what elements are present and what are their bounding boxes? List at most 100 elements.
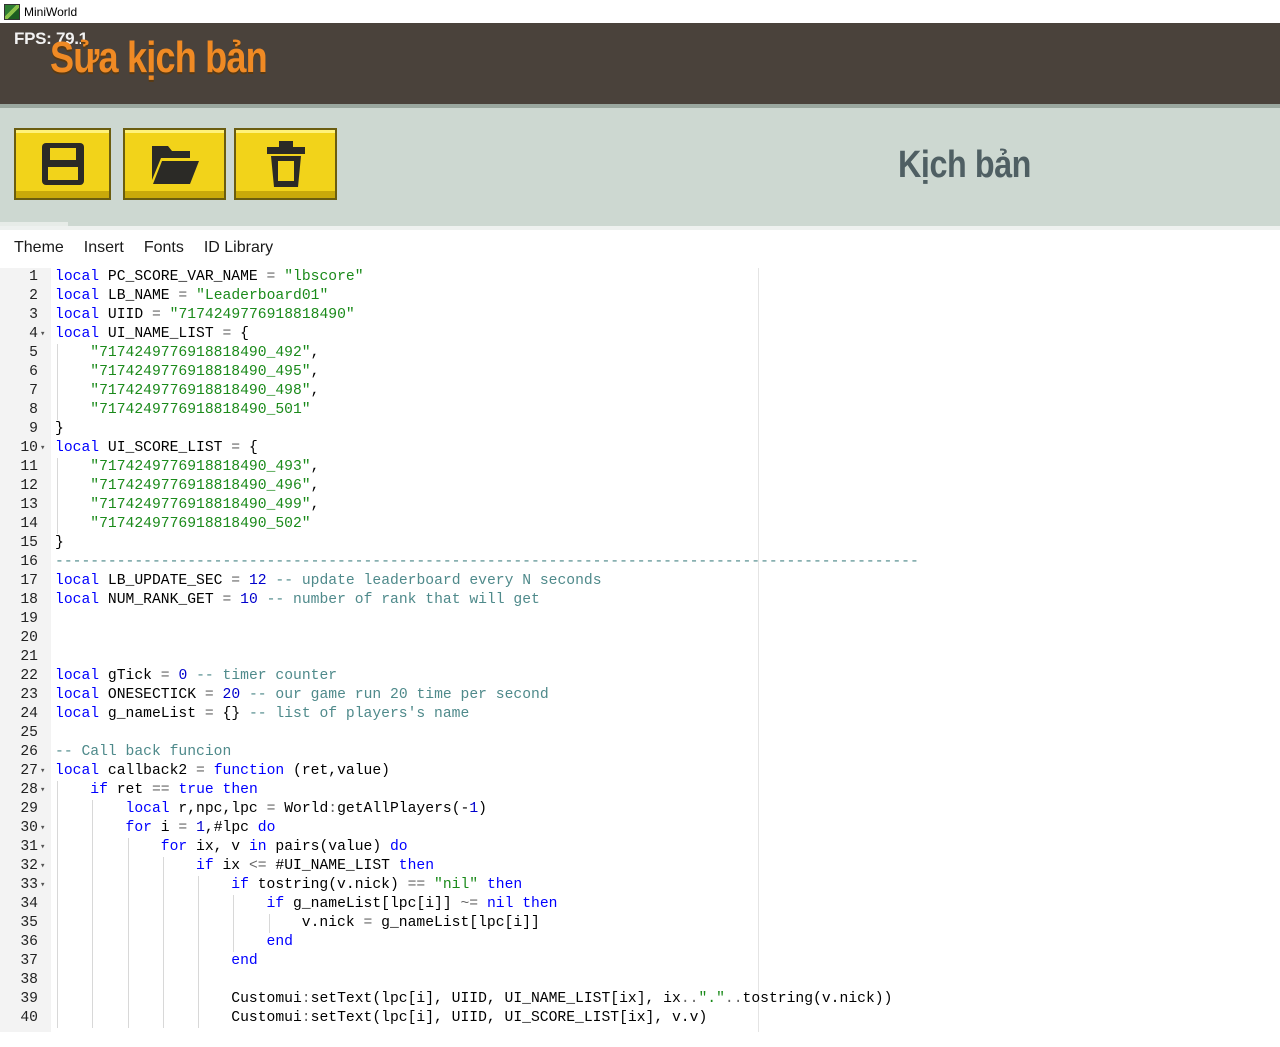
code-line[interactable]: 35 v.nick = g_nameList[lpc[i]]	[0, 914, 1280, 933]
code-line[interactable]: 37 end	[0, 952, 1280, 971]
code-line[interactable]: 31 ▾ for ix, v in pairs(value) do	[0, 838, 1280, 857]
menu-fonts[interactable]: Fonts	[144, 239, 184, 257]
code-text: local UI_NAME_LIST = {	[55, 326, 249, 342]
code-line[interactable]: 29 local r,npc,lpc = World:getAllPlayers…	[0, 800, 1280, 819]
code-line[interactable]: 12 "7174249776918818490_496",	[0, 477, 1280, 496]
code-line[interactable]: 28 ▾ if ret == true then	[0, 781, 1280, 800]
line-number: 20	[20, 630, 38, 646]
save-button[interactable]	[14, 128, 111, 200]
code-line[interactable]: 27 ▾ local callback2 = function (ret,value…	[0, 762, 1280, 781]
line-number: 15	[20, 535, 38, 551]
line-number: 11	[20, 459, 38, 475]
indent-guide	[57, 781, 58, 1028]
line-number: 23	[20, 687, 38, 703]
code-text: local NUM_RANK_GET = 10 -- number of ran…	[55, 592, 540, 608]
code-line[interactable]: 23 local ONESECTICK = 20 -- our game run …	[0, 686, 1280, 705]
line-number: 36	[20, 934, 38, 950]
fold-toggle-icon[interactable]: ▾	[40, 325, 45, 344]
line-number: 39	[20, 991, 38, 1007]
code-text: if ix <= #UI_NAME_LIST then	[196, 858, 435, 874]
code-text: local g_nameList = {} -- list of players…	[55, 706, 470, 722]
line-number: 8	[29, 402, 38, 418]
fold-toggle-icon[interactable]: ▾	[40, 781, 45, 800]
code-line[interactable]: 6 "7174249776918818490_495",	[0, 363, 1280, 382]
line-number: 28	[20, 782, 38, 798]
code-line[interactable]: 13 "7174249776918818490_499",	[0, 496, 1280, 515]
line-number: 37	[20, 953, 38, 969]
code-line[interactable]: 9}	[0, 420, 1280, 439]
line-number: 27	[20, 763, 38, 779]
fold-toggle-icon[interactable]: ▾	[40, 838, 45, 857]
line-number: 6	[29, 364, 38, 380]
code-line[interactable]: 36 end	[0, 933, 1280, 952]
code-line[interactable]: 32 ▾ if ix <= #UI_NAME_LIST then	[0, 857, 1280, 876]
code-line[interactable]: 18 local NUM_RANK_GET = 10 -- number of r…	[0, 591, 1280, 610]
page-title: Sửa kịch bản	[50, 33, 268, 82]
code-line[interactable]: 26 -- Call back funcion	[0, 743, 1280, 762]
code-line[interactable]: 1 local PC_SCORE_VAR_NAME = "lbscore"	[0, 268, 1280, 287]
window-titlebar: MiniWorld	[0, 0, 1280, 23]
fold-toggle-icon[interactable]: ▾	[40, 857, 45, 876]
line-number: 5	[29, 345, 38, 361]
code-text: "7174249776918818490_492",	[90, 345, 320, 361]
line-number: 18	[20, 592, 38, 608]
trash-icon	[266, 141, 305, 187]
code-text: for ix, v in pairs(value) do	[160, 839, 408, 855]
delete-button[interactable]	[234, 128, 337, 200]
code-line[interactable]: 8 "7174249776918818490_501"	[0, 401, 1280, 420]
line-number: 12	[20, 478, 38, 494]
code-editor[interactable]: 1 local PC_SCORE_VAR_NAME = "lbscore" 2 loc…	[0, 268, 1280, 1032]
line-number: 16	[20, 554, 38, 570]
menu-id-library[interactable]: ID Library	[204, 239, 273, 257]
code-line[interactable]: 22 local gTick = 0 -- timer counter	[0, 667, 1280, 686]
fold-toggle-icon[interactable]: ▾	[40, 439, 45, 458]
code-line[interactable]: 16 --------------------------------------…	[0, 553, 1280, 572]
code-line[interactable]: 39 Customui:setText(lpc[i], UIID, UI_NAM…	[0, 990, 1280, 1009]
code-text: local r,npc,lpc = World:getAllPlayers(-1…	[125, 801, 487, 817]
code-text: for i = 1,#lpc do	[125, 820, 276, 836]
code-line[interactable]: 38	[0, 971, 1280, 990]
code-text: local ONESECTICK = 20 -- our game run 20…	[55, 687, 549, 703]
fold-toggle-icon[interactable]: ▾	[40, 876, 45, 895]
line-number: 22	[20, 668, 38, 684]
line-number: 10	[20, 440, 38, 456]
code-line[interactable]: 2 local LB_NAME = "Leaderboard01"	[0, 287, 1280, 306]
code-line[interactable]: 4 ▾ local UI_NAME_LIST = {	[0, 325, 1280, 344]
code-text: }	[55, 535, 64, 551]
code-text: local UI_SCORE_LIST = {	[55, 440, 258, 456]
code-text: "7174249776918818490_499",	[90, 497, 320, 513]
open-folder-button[interactable]	[123, 128, 226, 200]
code-line[interactable]: 21	[0, 648, 1280, 667]
code-text: -- Call back funcion	[55, 744, 232, 760]
fold-toggle-icon[interactable]: ▾	[40, 819, 45, 838]
code-line[interactable]: 15}	[0, 534, 1280, 553]
code-line[interactable]: 34 if g_nameList[lpc[i]] ~= nil then	[0, 895, 1280, 914]
fold-toggle-icon[interactable]: ▾	[40, 762, 45, 781]
code-line[interactable]: 14 "7174249776918818490_502"	[0, 515, 1280, 534]
line-number: 24	[20, 706, 38, 722]
line-number: 19	[20, 611, 38, 627]
code-line[interactable]: 33 ▾ if tostring(v.nick) == "nil" then	[0, 876, 1280, 895]
code-text: if g_nameList[lpc[i]] ~= nil then	[266, 896, 558, 912]
code-line[interactable]: 40 Customui:setText(lpc[i], UIID, UI_SCO…	[0, 1009, 1280, 1028]
code-line[interactable]: 7 "7174249776918818490_498",	[0, 382, 1280, 401]
game-header: FPS: 79.1 Sửa kịch bản	[0, 23, 1280, 104]
code-line[interactable]: 25	[0, 724, 1280, 743]
code-line[interactable]: 3 local UIID = "7174249776918818490"	[0, 306, 1280, 325]
menu-insert[interactable]: Insert	[84, 239, 124, 257]
code-line[interactable]: 30 ▾ for i = 1,#lpc do	[0, 819, 1280, 838]
code-text: local UIID = "7174249776918818490"	[55, 307, 355, 323]
code-line[interactable]: 17 local LB_UPDATE_SEC = 12 -- update lea…	[0, 572, 1280, 591]
line-number: 25	[20, 725, 38, 741]
code-line[interactable]: 19	[0, 610, 1280, 629]
code-text: Customui:setText(lpc[i], UIID, UI_NAME_L…	[55, 991, 893, 1007]
code-line[interactable]: 11 "7174249776918818490_493",	[0, 458, 1280, 477]
menu-theme[interactable]: Theme	[14, 239, 64, 257]
code-line[interactable]: 20	[0, 629, 1280, 648]
code-text: Customui:setText(lpc[i], UIID, UI_SCORE_…	[55, 1010, 708, 1026]
indent-guide	[127, 838, 129, 1028]
indent-guide	[162, 857, 164, 1028]
code-line[interactable]: 24 local g_nameList = {} -- list of playe…	[0, 705, 1280, 724]
code-line[interactable]: 5 "7174249776918818490_492",	[0, 344, 1280, 363]
code-line[interactable]: 10 ▾ local UI_SCORE_LIST = {	[0, 439, 1280, 458]
